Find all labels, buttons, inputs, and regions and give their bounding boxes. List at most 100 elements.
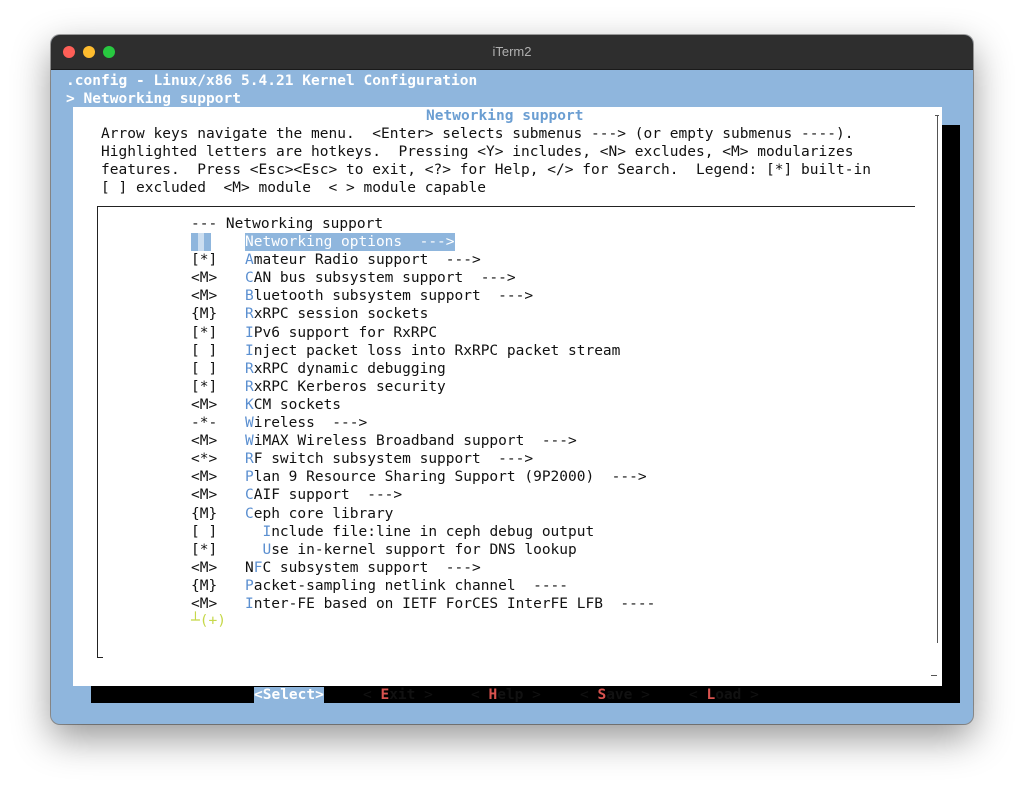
menu-item-label: NFC subsystem support --->	[245, 559, 481, 577]
menu-item-label: IPv6 support for RxRPC	[245, 324, 437, 342]
menu-item-label: Packet-sampling netlink channel ----	[245, 577, 568, 595]
selection-marker-gap	[198, 233, 204, 251]
menu-item-text: luetooth subsystem support --->	[253, 288, 534, 305]
menu-item-prefix: N	[245, 559, 254, 576]
menu-item-text: xRPC dynamic debugging	[253, 360, 446, 377]
button-bracket-right: >	[415, 687, 433, 703]
menu-item-hotkey: R	[245, 378, 254, 395]
menu-dialog: Networking support Arrow keys navigate t…	[73, 107, 942, 703]
load-button[interactable]: < Load >	[689, 686, 759, 704]
menu-item-text: CM sockets	[253, 396, 342, 413]
button-bracket-right: >	[632, 687, 650, 703]
menu-item-label: RxRPC Kerberos security	[245, 378, 446, 396]
more-indicator-text: (+)	[199, 613, 226, 629]
menu-item-hotkey: U	[262, 541, 272, 558]
menu-item-hotkey: W	[245, 433, 254, 450]
menu-item-state: [*]	[191, 541, 218, 558]
menu-item-state: -*-	[191, 415, 218, 431]
menu-item-text: F switch subsystem support --->	[253, 451, 534, 468]
menu-item-hotkey: N	[245, 234, 254, 250]
help-line-2: Highlighted letters are hotkeys. Pressin…	[101, 144, 854, 160]
menu-item-state: {M}	[191, 505, 218, 522]
menu-item-state: <M>	[191, 487, 218, 504]
button-hotkey: S	[597, 687, 607, 703]
button-label: elp	[497, 687, 524, 703]
button-bracket-left: <	[689, 687, 707, 703]
dialog-title: Networking support	[426, 108, 584, 124]
button-hotkey: E	[380, 687, 390, 703]
menu-item-state: [*]	[191, 252, 218, 269]
menu-item-label: Ceph core library	[245, 505, 393, 523]
menu-item-text: se in-kernel support for DNS lookup	[271, 541, 577, 558]
menu-item-label: Include file:line in ceph debug output	[245, 523, 594, 541]
menu-box-top	[97, 206, 915, 207]
button-bracket-left: <	[363, 687, 381, 703]
menu-item-state: [ ]	[191, 342, 218, 359]
help-button[interactable]: < Help >	[471, 686, 541, 704]
menu-box-bottom-right	[931, 675, 937, 676]
button-hotkey: H	[488, 687, 498, 703]
menu-item-label: Inter-FE based on IETF ForCES InterFE LF…	[245, 595, 655, 613]
config-title: .config - Linux/x86 5.4.21 Kernel Config…	[66, 73, 478, 89]
menu-item-text: nter-FE based on IETF ForCES InterFE LFB…	[253, 596, 656, 612]
menu-item-hotkey: P	[245, 469, 254, 486]
menu-item-text: AIF support --->	[253, 487, 403, 504]
button-bracket-right: >	[523, 687, 541, 703]
menu-item-text: mateur Radio support --->	[253, 252, 481, 269]
menu-item-label: Use in-kernel support for DNS lookup	[245, 541, 577, 559]
menu-item-label: RxRPC dynamic debugging	[245, 360, 446, 378]
breadcrumb: > Networking support	[66, 91, 241, 107]
menu-item-text: nclude file:line in ceph debug output	[271, 523, 595, 540]
menu-item-state: <M>	[191, 396, 218, 413]
menu-item-prefix	[245, 524, 262, 540]
menu-item-hotkey: I	[245, 324, 254, 341]
menu-item-label: RF switch subsystem support --->	[245, 450, 533, 468]
menu-item-state: {M}	[191, 577, 218, 594]
menu-item-label: Bluetooth subsystem support --->	[245, 287, 533, 305]
dialog-right-border	[937, 115, 938, 643]
button-label: xit	[389, 687, 416, 703]
button-label: oad	[715, 687, 742, 703]
menu-item-text: etworking options --->	[253, 234, 455, 250]
menu-item-state: <M>	[191, 469, 218, 486]
button-bracket-left: <	[471, 687, 489, 703]
menu-item-hotkey: A	[245, 252, 254, 269]
menu-item-hotkey: C	[245, 505, 254, 522]
title-bar: iTerm2	[51, 35, 973, 70]
menu-item-hotkey: K	[245, 396, 254, 413]
menu-item-text: C subsystem support --->	[262, 559, 481, 576]
terminal-window: iTerm2 .config - Linux/x86 5.4.21 Kernel…	[51, 35, 973, 724]
menu-box-left	[97, 206, 98, 657]
menu-item-text: Pv6 support for RxRPC	[253, 324, 438, 341]
menu-item-hotkey: R	[245, 451, 254, 468]
menu-item-label: Wireless --->	[245, 414, 367, 432]
menu-item-label: CAIF support --->	[245, 486, 402, 504]
menu-item-state: {M}	[191, 306, 218, 323]
help-line-4: [ ] excluded <M> module < > module capab…	[101, 180, 486, 196]
menu-item-text: xRPC Kerberos security	[253, 378, 446, 395]
select-button[interactable]: <Select>	[254, 686, 324, 704]
menu-item-text: nject packet loss into RxRPC packet stre…	[253, 342, 621, 359]
menu-item-text: iMAX Wireless Broadband support --->	[253, 433, 577, 450]
exit-button[interactable]: < Exit >	[363, 686, 433, 704]
window-title: iTerm2	[492, 44, 532, 59]
menu-box-bottom-left	[97, 657, 103, 658]
menu-item-hotkey: P	[245, 577, 254, 594]
menu-item-state: <M>	[191, 270, 218, 287]
menu-item-hotkey: B	[245, 288, 254, 305]
menu-item-state: <*>	[191, 451, 218, 468]
button-label: ave	[606, 687, 633, 703]
menu-item-text: xRPC session sockets	[253, 306, 429, 323]
menu-item-hotkey: R	[245, 360, 254, 377]
menu-item-state: [*]	[191, 324, 218, 341]
menu-item-label: Amateur Radio support --->	[245, 251, 481, 269]
more-indicator: ┴(+)	[191, 613, 226, 629]
menu-item-hotkey: I	[262, 523, 272, 540]
menu-item-state: [*]	[191, 378, 218, 395]
menu-item-hotkey: C	[245, 487, 254, 504]
menu-item-label: Inject packet loss into RxRPC packet str…	[245, 342, 620, 360]
menu-item-label: Plan 9 Resource Sharing Support (9P2000)…	[245, 468, 647, 486]
menu-item-label: CAN bus subsystem support --->	[245, 269, 516, 287]
menu-header-item: --- Networking support	[191, 216, 384, 232]
save-button[interactable]: < Save >	[580, 686, 650, 704]
